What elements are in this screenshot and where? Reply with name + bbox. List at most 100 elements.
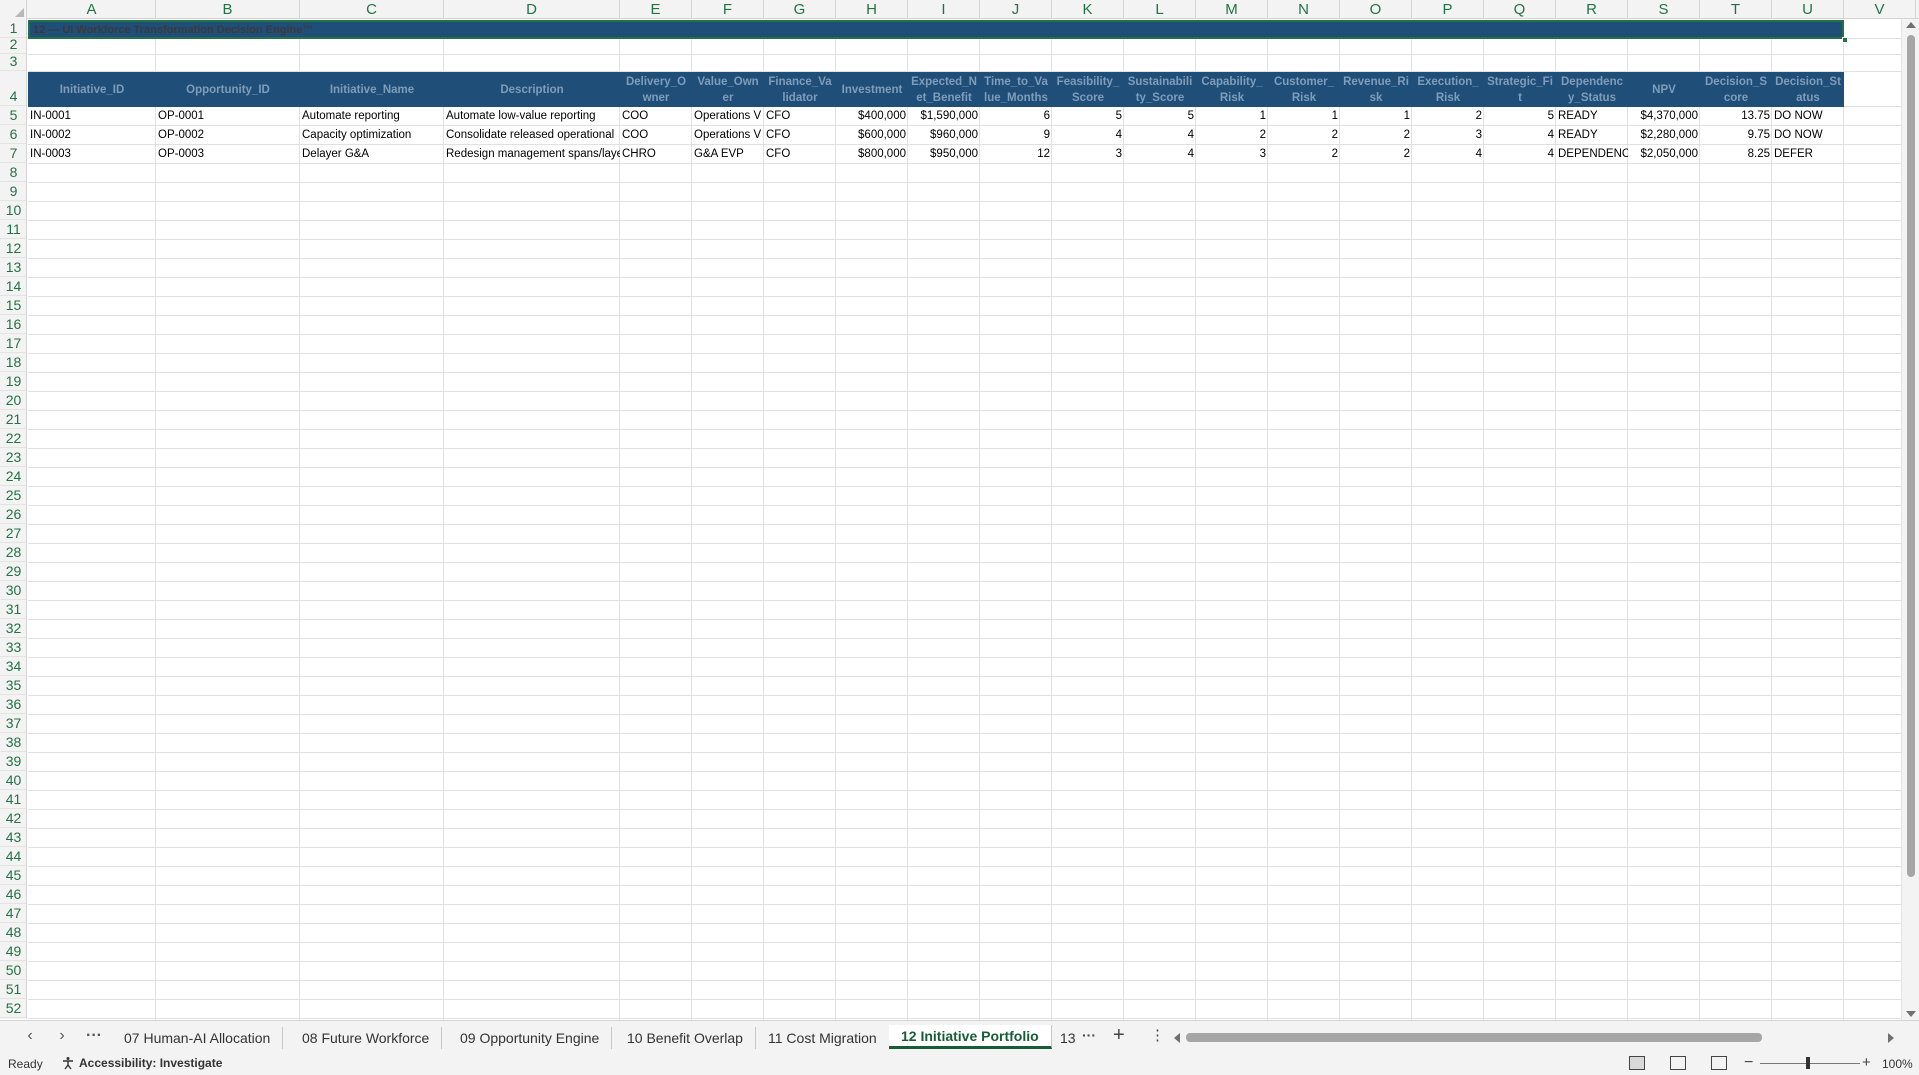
table-cell[interactable]: $1,590,000 (908, 107, 980, 126)
table-cell[interactable]: DEPENDENC (1556, 145, 1628, 164)
chevron-left-icon[interactable]: ‹ (20, 1027, 40, 1045)
header-cell[interactable]: Dependenc y_Status (1556, 72, 1628, 107)
table-cell[interactable]: 1 (1340, 107, 1412, 126)
header-cell[interactable]: Opportunity_ID (156, 72, 300, 107)
column-header[interactable]: F (692, 0, 764, 19)
row-header[interactable]: 24 (0, 467, 26, 486)
column-header[interactable]: C (300, 0, 444, 19)
column-header[interactable]: S (1628, 0, 1700, 19)
table-cell[interactable]: IN-0003 (28, 145, 156, 164)
table-cell[interactable]: 4 (1484, 145, 1556, 164)
table-cell[interactable]: 4 (1124, 145, 1196, 164)
zoom-in-icon[interactable]: + (1862, 1054, 1871, 1071)
row-header[interactable]: 44 (0, 847, 26, 866)
header-cell[interactable]: Finance_Va lidator (764, 72, 836, 107)
header-cell[interactable]: Customer_ Risk (1268, 72, 1340, 107)
header-cell[interactable]: Execution_ Risk (1412, 72, 1484, 107)
table-cell[interactable]: 2 (1268, 126, 1340, 145)
column-header[interactable]: P (1412, 0, 1484, 19)
table-cell[interactable]: CFO (764, 107, 836, 126)
header-cell[interactable]: Decision_St atus (1772, 72, 1844, 107)
row-header[interactable]: 48 (0, 923, 26, 942)
row-header[interactable]: 15 (0, 296, 26, 315)
table-cell[interactable]: Operations V (692, 107, 764, 126)
table-cell[interactable]: DO NOW (1772, 107, 1844, 126)
table-cell[interactable]: OP-0003 (156, 145, 300, 164)
header-cell[interactable]: Description (444, 72, 620, 107)
worksheet-grid[interactable]: 12 — UI Workforce Transformation Decisio… (28, 20, 1901, 1020)
title-cell[interactable]: 12 — UI Workforce Transformation Decisio… (28, 20, 1844, 39)
table-cell[interactable]: 2 (1196, 126, 1268, 145)
table-cell[interactable]: OP-0002 (156, 126, 300, 145)
table-cell[interactable]: 4 (1484, 126, 1556, 145)
row-header[interactable]: 25 (0, 486, 26, 505)
column-header[interactable]: Q (1484, 0, 1556, 19)
row-header[interactable]: 46 (0, 885, 26, 904)
table-cell[interactable]: 2 (1412, 107, 1484, 126)
row-header[interactable]: 2 (0, 36, 26, 54)
row-header[interactable]: 41 (0, 790, 26, 809)
column-header[interactable]: U (1772, 0, 1844, 19)
row-header[interactable]: 28 (0, 543, 26, 562)
row-header[interactable]: 35 (0, 676, 26, 695)
header-cell[interactable]: Expected_N et_Benefit (908, 72, 980, 107)
row-header[interactable]: 49 (0, 942, 26, 961)
row-header[interactable]: 22 (0, 429, 26, 448)
row-header[interactable]: 32 (0, 619, 26, 638)
row-header[interactable]: 39 (0, 752, 26, 771)
table-cell[interactable]: 3 (1052, 145, 1124, 164)
row-header[interactable]: 50 (0, 961, 26, 980)
table-cell[interactable]: 4 (1412, 145, 1484, 164)
row-header[interactable]: 43 (0, 828, 26, 847)
row-header[interactable]: 16 (0, 315, 26, 334)
header-cell[interactable]: Initiative_ID (28, 72, 156, 107)
header-cell[interactable]: Feasibility_ Score (1052, 72, 1124, 107)
header-cell[interactable]: Revenue_Ri sk (1340, 72, 1412, 107)
row-header[interactable]: 37 (0, 714, 26, 733)
column-header[interactable]: R (1556, 0, 1628, 19)
horizontal-scroll-thumb[interactable] (1186, 1033, 1762, 1042)
row-header[interactable]: 34 (0, 657, 26, 676)
table-cell[interactable]: 1 (1196, 107, 1268, 126)
table-cell[interactable]: $2,280,000 (1628, 126, 1700, 145)
table-cell[interactable]: 9 (980, 126, 1052, 145)
table-cell[interactable]: 5 (1124, 107, 1196, 126)
row-header[interactable]: 9 (0, 182, 26, 201)
row-header[interactable]: 20 (0, 391, 26, 410)
accessibility-status[interactable]: Accessibility: Investigate (61, 1056, 222, 1070)
header-cell[interactable]: NPV (1628, 72, 1700, 107)
more-horizontal-icon[interactable]: ··· (84, 1027, 104, 1045)
row-header[interactable]: 36 (0, 695, 26, 714)
table-cell[interactable]: 12 (980, 145, 1052, 164)
table-cell[interactable]: CHRO (620, 145, 692, 164)
header-cell[interactable]: Delivery_O wner (620, 72, 692, 107)
column-header[interactable]: K (1052, 0, 1124, 19)
table-cell[interactable]: G&A EVP (692, 145, 764, 164)
row-header[interactable]: 21 (0, 410, 26, 429)
sheet-tab[interactable]: 07 Human-AI Allocation (112, 1027, 284, 1049)
zoom-slider[interactable] (1760, 1063, 1860, 1064)
table-cell[interactable]: Capacity optimization (300, 126, 444, 145)
vertical-scrollbar[interactable] (1901, 19, 1919, 1020)
sheet-tab[interactable]: 08 Future Workforce (290, 1027, 443, 1049)
zoom-level[interactable]: 100% (1882, 1057, 1913, 1071)
horizontal-scrollbar[interactable] (1186, 1031, 1886, 1043)
column-header[interactable]: I (908, 0, 980, 19)
row-header[interactable]: 29 (0, 562, 26, 581)
table-cell[interactable]: DO NOW (1772, 126, 1844, 145)
scroll-right-icon[interactable] (1888, 1033, 1894, 1043)
table-cell[interactable]: Consolidate released operational (444, 126, 620, 145)
header-cell[interactable]: Decision_S core (1700, 72, 1772, 107)
selection-fill-handle[interactable] (1842, 37, 1848, 43)
table-cell[interactable]: CFO (764, 145, 836, 164)
zoom-out-icon[interactable]: − (1744, 1054, 1753, 1072)
column-header[interactable]: O (1340, 0, 1412, 19)
table-cell[interactable]: 2 (1268, 145, 1340, 164)
scroll-down-icon[interactable] (1906, 1011, 1916, 1017)
scroll-up-icon[interactable] (1906, 22, 1916, 28)
row-header[interactable]: 33 (0, 638, 26, 657)
column-header[interactable]: M (1196, 0, 1268, 19)
sheet-tab[interactable]: 09 Opportunity Engine (448, 1027, 613, 1049)
plus-icon[interactable]: + (1113, 1024, 1125, 1047)
row-header[interactable]: 51 (0, 980, 26, 999)
